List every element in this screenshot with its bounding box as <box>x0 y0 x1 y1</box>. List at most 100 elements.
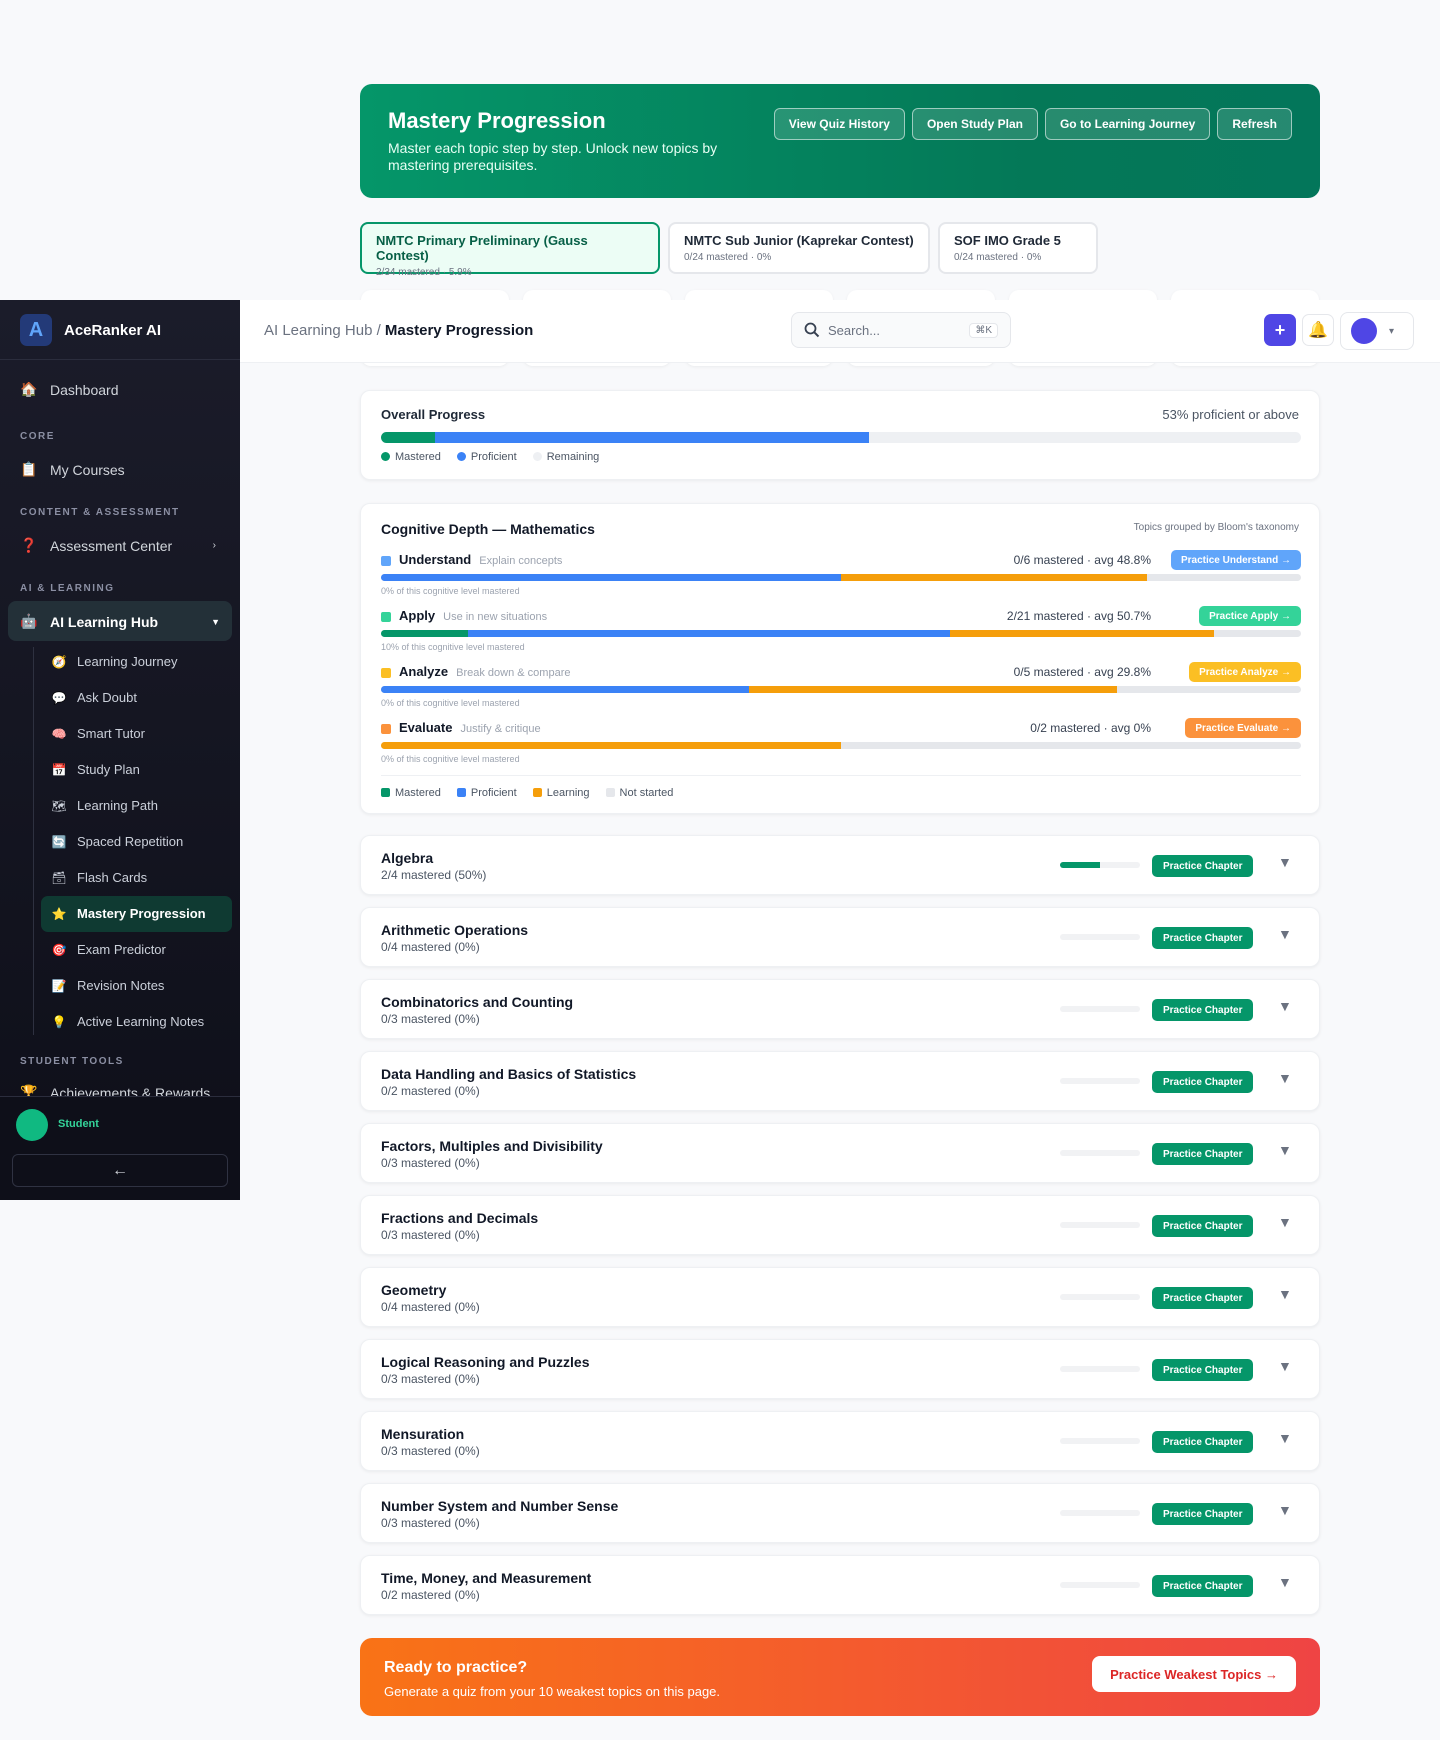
chapter-row[interactable]: Algebra 2/4 mastered (50%) Practice Chapte… <box>360 835 1320 895</box>
sidebar-subitem-exam-predictor[interactable]: 🎯 Exam Predictor <box>51 942 166 957</box>
chapter-row[interactable]: Geometry 0/4 mastered (0%) Practice Chapte… <box>360 1267 1320 1327</box>
search-input[interactable]: Search... ⌘K <box>791 312 1011 348</box>
chapter-row[interactable]: Data Handling and Basics of Statistics 0/… <box>360 1051 1320 1111</box>
view-quiz-history-button[interactable]: View Quiz History <box>773 108 905 140</box>
level-stats: 0/2 mastered · avg 0% <box>1030 721 1151 735</box>
app-logo[interactable]: A AceRanker AI <box>20 314 161 346</box>
chevron-down-icon: ▾ <box>1389 325 1395 337</box>
chapter-stats: 0/4 mastered (0%) <box>381 940 480 954</box>
user-menu-button[interactable]: ▾ <box>1340 312 1414 350</box>
sidebar-item-label: My Courses <box>50 461 125 478</box>
expand-chevron-icon[interactable]: ▼ <box>1278 1502 1292 1518</box>
expand-chevron-icon[interactable]: ▼ <box>1278 1070 1292 1086</box>
sidebar-subitem-revision-notes[interactable]: 📝 Revision Notes <box>51 978 165 993</box>
chapter-row[interactable]: Factors, Multiples and Divisibility 0/3 m… <box>360 1123 1320 1183</box>
expand-chevron-icon[interactable]: ▼ <box>1278 1214 1292 1230</box>
page-title: Mastery Progression <box>388 108 606 133</box>
user-name: Student <box>58 1118 99 1130</box>
contest-tab-nmtc-primary[interactable]: NMTC Primary Preliminary (Gauss Contest)… <box>360 222 660 278</box>
open-study-plan-button[interactable]: Open Study Plan <box>911 108 1038 140</box>
robot-icon: 🤖 <box>20 613 38 629</box>
notifications-bell-icon[interactable]: 🔔 <box>1302 314 1334 346</box>
expand-chevron-icon[interactable]: ▼ <box>1278 926 1292 942</box>
sidebar-subitem-learning-path[interactable]: 🗺 Learning Path <box>51 798 158 813</box>
chapter-row[interactable]: Time, Money, and Measurement 0/2 mastered… <box>360 1555 1320 1615</box>
practice-chapter-button[interactable]: Practice Chapter <box>1152 1071 1254 1093</box>
breadcrumb: AI Learning Hub / Mastery Progression <box>264 322 533 339</box>
sidebar-subitem-study-plan[interactable]: 📅 Study Plan <box>51 762 140 777</box>
practice-chapter-button[interactable]: Practice Chapter <box>1152 1503 1254 1525</box>
breadcrumb-parent[interactable]: AI Learning Hub <box>264 322 372 339</box>
chapter-row[interactable]: Mensuration 0/3 mastered (0%) Practice Cha… <box>360 1411 1320 1471</box>
level-swatch <box>381 724 391 734</box>
contest-tab-nmtc-sub-junior[interactable]: NMTC Sub Junior (Kaprekar Contest) 0/24 … <box>668 222 930 274</box>
chapter-row[interactable]: Combinatorics and Counting 0/3 mastered (… <box>360 979 1320 1039</box>
cta-description: Generate a quiz from your 10 weakest top… <box>384 1684 721 1699</box>
expand-chevron-icon[interactable]: ▼ <box>1278 1142 1292 1158</box>
add-button[interactable]: + <box>1264 314 1296 346</box>
level-name: Analyze Break down & compare <box>399 664 571 679</box>
search-icon <box>804 322 820 338</box>
chapter-stats: 0/2 mastered (0%) <box>381 1084 480 1098</box>
sidebar-item-label: Mastery Progression <box>77 906 206 921</box>
practice-level-button[interactable]: Practice Apply → <box>1199 606 1301 626</box>
progress-segment-mastered <box>381 432 436 443</box>
sidebar-item-label: Ask Doubt <box>77 690 137 705</box>
sidebar-subitem-ask-doubt[interactable]: 💬 Ask Doubt <box>51 690 137 705</box>
practice-chapter-button[interactable]: Practice Chapter <box>1152 999 1254 1021</box>
sidebar-subitem-mastery-progression[interactable]: ⭐ Mastery Progression <box>51 906 206 921</box>
collapse-sidebar-button[interactable]: ← <box>12 1154 228 1187</box>
practice-chapter-button[interactable]: Practice Chapter <box>1152 855 1254 877</box>
expand-chevron-icon[interactable]: ▼ <box>1278 998 1292 1014</box>
practice-chapter-button[interactable]: Practice Chapter <box>1152 927 1254 949</box>
chapter-row[interactable]: Number System and Number Sense 0/3 master… <box>360 1483 1320 1543</box>
practice-level-button[interactable]: Practice Evaluate → <box>1185 718 1301 738</box>
avatar[interactable] <box>16 1109 48 1141</box>
chapter-name: Combinatorics and Counting <box>381 994 574 1010</box>
breadcrumb-separator: / <box>376 322 381 339</box>
avatar <box>1351 318 1377 344</box>
practice-chapter-button[interactable]: Practice Chapter <box>1152 1575 1254 1597</box>
practice-chapter-button[interactable]: Practice Chapter <box>1152 1143 1254 1165</box>
chapter-row[interactable]: Arithmetic Operations 0/4 mastered (0%) Pr… <box>360 907 1320 967</box>
practice-chapter-button[interactable]: Practice Chapter <box>1152 1215 1254 1237</box>
sidebar-subitem-spaced-repetition[interactable]: 🔄 Spaced Repetition <box>51 834 184 849</box>
calendar-icon: 📅 <box>51 762 67 777</box>
contest-tab-sof-imo[interactable]: SOF IMO Grade 5 0/24 mastered · 0% <box>938 222 1098 274</box>
level-progress-bar <box>381 574 1301 581</box>
expand-chevron-icon[interactable]: ▼ <box>1278 1574 1292 1590</box>
expand-chevron-icon[interactable]: ▼ <box>1278 1286 1292 1302</box>
sidebar-subitem-flash-cards[interactable]: 🗃 Flash Cards <box>51 870 147 885</box>
go-to-learning-journey-button[interactable]: Go to Learning Journey <box>1044 108 1211 140</box>
sidebar-item-assessment-center[interactable]: ❓ Assessment Center › <box>20 537 216 554</box>
contest-name: NMTC Sub Junior (Kaprekar Contest) <box>684 233 914 248</box>
practice-chapter-button[interactable]: Practice Chapter <box>1152 1359 1254 1381</box>
sidebar-item-label: Revision Notes <box>77 978 165 993</box>
overall-progress-card: Overall Progress 53% proficient or above… <box>360 390 1320 480</box>
sidebar-subitem-active-learning-notes[interactable]: 💡 Active Learning Notes <box>51 1014 205 1029</box>
sidebar-subitem-learning-journey[interactable]: 🧭 Learning Journey <box>51 654 178 669</box>
chapter-name: Number System and Number Sense <box>381 1498 619 1514</box>
practice-level-button[interactable]: Practice Analyze → <box>1189 662 1301 682</box>
level-caption: 10% of this cognitive level mastered <box>381 642 525 652</box>
chapter-stats: 0/3 mastered (0%) <box>381 1516 480 1530</box>
cognitive-level-evaluate: Evaluate Justify & critique 0/2 mastered ·… <box>381 718 1301 770</box>
practice-level-button[interactable]: Practice Understand → <box>1170 550 1301 570</box>
chapter-row[interactable]: Logical Reasoning and Puzzles 0/3 mastere… <box>360 1339 1320 1399</box>
expand-chevron-icon[interactable]: ▼ <box>1278 854 1292 870</box>
card-box-icon: 🗃 <box>51 870 67 885</box>
chapter-row[interactable]: Fractions and Decimals 0/3 mastered (0%) P… <box>360 1195 1320 1255</box>
sidebar-subitem-smart-tutor[interactable]: 🧠 Smart Tutor <box>51 726 145 741</box>
chapter-progress-bar <box>1060 1294 1140 1300</box>
sidebar-item-dashboard[interactable]: 🏠 Dashboard <box>20 381 118 398</box>
sidebar-item-my-courses[interactable]: 📋 My Courses <box>20 461 125 478</box>
practice-weakest-topics-button[interactable]: Practice Weakest Topics → <box>1092 1656 1296 1692</box>
expand-chevron-icon[interactable]: ▼ <box>1278 1430 1292 1446</box>
cognitive-level-analyze: Analyze Break down & compare 0/5 mastered … <box>381 662 1301 714</box>
expand-chevron-icon[interactable]: ▼ <box>1278 1358 1292 1374</box>
practice-chapter-button[interactable]: Practice Chapter <box>1152 1287 1254 1309</box>
refresh-button[interactable]: Refresh <box>1217 108 1292 140</box>
practice-chapter-button[interactable]: Practice Chapter <box>1152 1431 1254 1453</box>
sidebar-item-ai-learning-hub[interactable]: 🤖 AI Learning Hub ▼ <box>20 613 220 630</box>
cognitive-depth-note: Topics grouped by Bloom's taxonomy <box>1133 522 1299 533</box>
